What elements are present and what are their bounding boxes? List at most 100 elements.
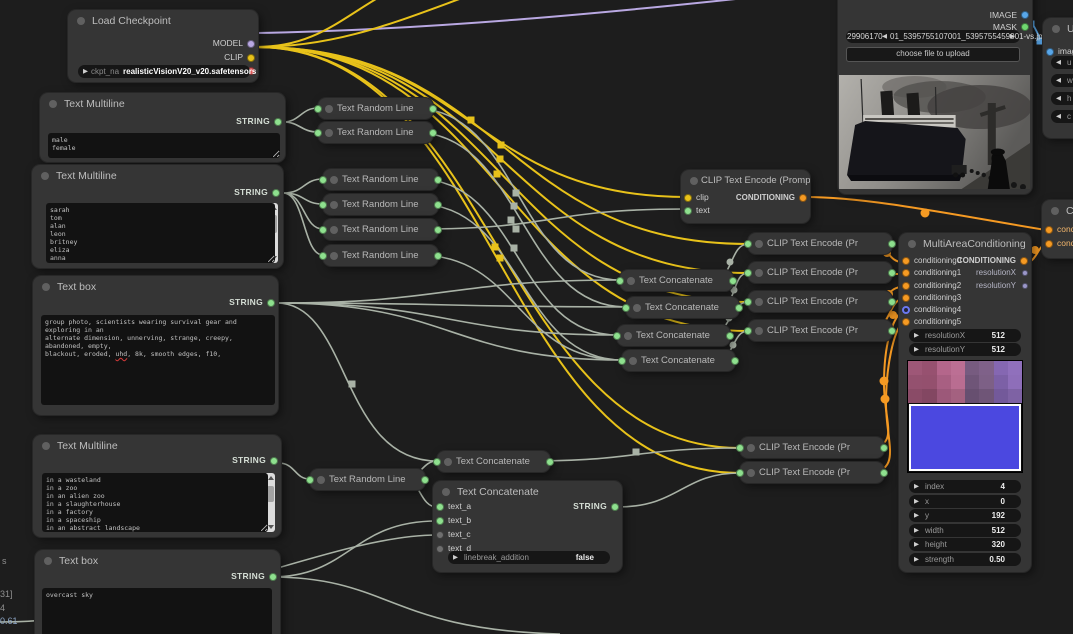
collapse-toggle-icon[interactable] <box>627 276 635 285</box>
text-b-port-dot[interactable] <box>436 516 444 525</box>
output-port-dot[interactable] <box>888 268 896 277</box>
output-port-dot[interactable] <box>726 331 734 340</box>
node-text-random-line[interactable]: Text Random Line <box>319 245 442 266</box>
conditioning3-port-dot[interactable] <box>902 294 910 302</box>
collapse-toggle-icon[interactable] <box>629 356 637 365</box>
collapse-toggle-icon[interactable] <box>1052 25 1060 33</box>
y-widget[interactable]: y192 <box>909 509 1021 522</box>
node-text-random-line[interactable]: Text Random Line <box>319 169 442 190</box>
output-port-dot[interactable] <box>735 303 743 312</box>
node-text-multiline-1[interactable]: Text Multiline STRING male female <box>40 93 285 162</box>
scrollbar-thumb[interactable] <box>267 486 274 502</box>
multiline-textarea[interactable]: in a wasteland in a zoo in an alien zoo … <box>42 473 268 532</box>
string-port-dot[interactable] <box>272 188 280 197</box>
node-text-concatenate[interactable]: Text Concatenate <box>613 325 734 346</box>
collapse-toggle-icon[interactable] <box>330 200 338 209</box>
output-port-dot[interactable] <box>729 276 737 285</box>
output-port-dot[interactable] <box>888 239 896 248</box>
conditioning0-port-dot[interactable] <box>902 257 910 265</box>
output-port-dot[interactable] <box>880 443 888 452</box>
input-port-dot[interactable] <box>736 443 744 452</box>
collapse-toggle-icon[interactable] <box>444 457 452 466</box>
input-port-dot[interactable] <box>736 468 744 477</box>
collapse-toggle-icon[interactable] <box>42 283 50 291</box>
collapse-toggle-icon[interactable] <box>747 443 755 452</box>
text-c-port-dot[interactable] <box>436 530 444 539</box>
collapse-toggle-icon[interactable] <box>317 475 325 484</box>
resolution-y-widget[interactable]: resolutionY512 <box>909 343 1021 356</box>
text-a-port-dot[interactable] <box>436 502 444 511</box>
string-port-dot[interactable] <box>274 117 282 126</box>
input-port-dot[interactable] <box>744 268 752 277</box>
model-port-dot[interactable] <box>247 39 255 48</box>
text-d-port-dot[interactable] <box>436 544 444 553</box>
node-conditioning-combine[interactable]: Con condit condit <box>1042 200 1073 258</box>
collapse-toggle-icon[interactable] <box>755 326 763 335</box>
combo-left-arrow-icon[interactable]: ◀ <box>882 30 887 43</box>
collapse-toggle-icon[interactable] <box>330 251 338 260</box>
collapse-toggle-icon[interactable] <box>41 172 49 180</box>
index-widget[interactable]: index4 <box>909 480 1021 493</box>
node-upscale-image[interactable]: U imag u w h c <box>1043 18 1073 138</box>
output-port-dot[interactable] <box>434 251 442 260</box>
node-graph-canvas[interactable]: Load Checkpoint MODEL CLIP VAE ckpt_na r… <box>0 0 1073 634</box>
node-text-concatenate[interactable]: Text Concatenate <box>622 297 743 318</box>
input-port-dot[interactable] <box>613 331 621 340</box>
conditioning-port-dot[interactable] <box>1045 239 1053 248</box>
multiline-textarea[interactable]: male female <box>48 133 280 158</box>
collapse-toggle-icon[interactable] <box>908 240 916 248</box>
image-port-dot[interactable] <box>1021 11 1029 19</box>
node-text-concatenate[interactable]: Text Concatenate <box>618 350 739 371</box>
input-port-dot[interactable] <box>306 475 314 484</box>
linebreak-addition-combo[interactable]: linebreak_addition false <box>448 551 610 564</box>
collapse-toggle-icon[interactable] <box>633 303 641 312</box>
node-text-random-line[interactable]: Text Random Line <box>306 469 429 490</box>
node-clip-text-encode[interactable]: CLIP Text Encode (Pr <box>744 291 896 312</box>
multiarea-canvas[interactable] <box>908 361 1022 472</box>
conditioning1-port-dot[interactable] <box>902 269 910 277</box>
upscale-widget-2[interactable]: h <box>1051 92 1073 105</box>
clip-port-dot[interactable] <box>247 53 255 62</box>
string-port-dot[interactable] <box>611 502 619 511</box>
node-load-checkpoint[interactable]: Load Checkpoint MODEL CLIP VAE ckpt_na r… <box>68 10 258 82</box>
conditioning5-port-dot[interactable] <box>902 318 910 326</box>
input-port-dot[interactable] <box>314 104 322 113</box>
input-port-dot[interactable] <box>433 457 441 466</box>
node-text-concatenate[interactable]: Text Concatenate <box>433 451 554 472</box>
output-port-dot[interactable] <box>880 468 888 477</box>
node-clip-text-encode[interactable]: CLIP Text Encode (Pr <box>744 262 896 283</box>
input-port-dot[interactable] <box>618 356 626 365</box>
node-text-random-line[interactable]: Text Random Line <box>319 219 442 240</box>
input-port-dot[interactable] <box>319 200 327 209</box>
node-text-random-line[interactable]: Text Random Line <box>314 98 437 119</box>
collapse-toggle-icon[interactable] <box>330 225 338 234</box>
node-text-multiline-3[interactable]: Text Multiline STRING in a wasteland in … <box>33 435 281 537</box>
collapse-toggle-icon[interactable] <box>690 177 698 185</box>
input-port-dot[interactable] <box>319 251 327 260</box>
collapse-toggle-icon[interactable] <box>755 268 763 277</box>
string-port-dot[interactable] <box>267 298 275 307</box>
node-clip-text-encode[interactable]: CLIP Text Encode (Pr <box>744 320 896 341</box>
input-port-dot[interactable] <box>744 326 752 335</box>
string-port-dot[interactable] <box>269 572 277 581</box>
node-load-image[interactable]: Load Image IMAGE MASK 29906170 ◀ 01_5395… <box>838 0 1047 194</box>
input-port-dot[interactable] <box>744 297 752 306</box>
collapse-toggle-icon[interactable] <box>325 104 333 113</box>
input-port-dot[interactable] <box>616 276 624 285</box>
node-clip-text-encode[interactable]: CLIP Text Encode (Pr <box>736 437 888 458</box>
upscale-widget-0[interactable]: u <box>1051 56 1073 69</box>
conditioning-port-dot[interactable] <box>1020 257 1028 265</box>
output-port-dot[interactable] <box>434 225 442 234</box>
output-port-dot[interactable] <box>421 475 429 484</box>
text-port-dot[interactable] <box>684 206 692 215</box>
node-clip-text-encode-prompt[interactable]: CLIP Text Encode (Prompt) clip text COND… <box>681 170 810 223</box>
node-multiarea-conditioning[interactable]: MultiAreaConditioning conditioning0 cond… <box>899 233 1031 572</box>
height-widget[interactable]: height320 <box>909 538 1021 551</box>
output-port-dot[interactable] <box>429 128 437 137</box>
collapse-toggle-icon[interactable] <box>747 468 755 477</box>
node-text-multiline-2[interactable]: Text Multiline STRING sarah tom alan leo… <box>32 165 283 268</box>
output-port-dot[interactable] <box>731 356 739 365</box>
textbox-textarea[interactable]: group photo, scientists wearing survival… <box>41 315 275 405</box>
collapse-toggle-icon[interactable] <box>442 488 450 496</box>
combo-right-arrow-icon[interactable]: ▶ <box>1010 30 1015 43</box>
